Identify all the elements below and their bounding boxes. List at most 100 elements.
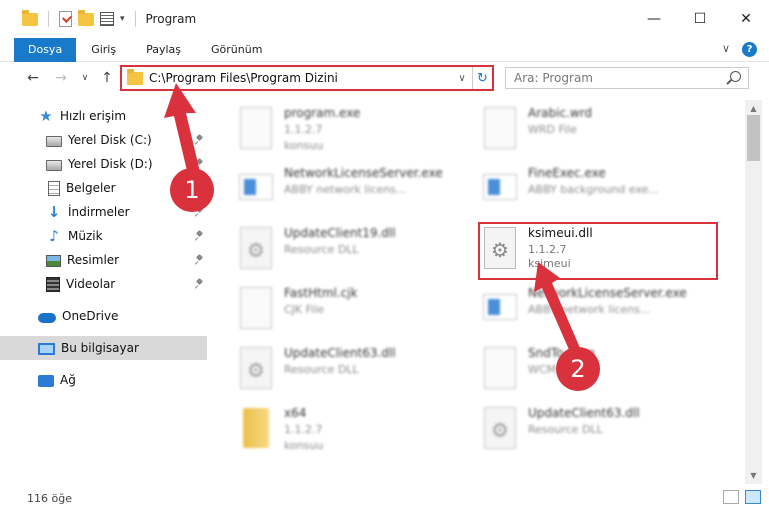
pin-icon[interactable] <box>195 279 203 289</box>
tab-file[interactable]: Dosya <box>14 37 77 62</box>
properties-check-icon[interactable] <box>59 11 72 27</box>
file-tile[interactable]: UpdateClient63.dll Resource DLL <box>482 404 712 462</box>
file-tile[interactable]: FastHtml.cjk CJK File <box>238 284 468 342</box>
ksimeui-highlight-box <box>478 222 718 280</box>
file-type: WRD File <box>528 123 577 136</box>
exe-file-icon <box>239 174 273 200</box>
tab-view[interactable]: Görünüm <box>196 38 277 62</box>
tab-home[interactable]: Giriş <box>76 38 131 62</box>
pin-icon[interactable] <box>195 135 203 145</box>
file-name: FastHtml.cjk <box>284 286 358 300</box>
file-tile[interactable]: UpdateClient19.dll Resource DLL <box>238 224 468 282</box>
sidebar-item-quick-access[interactable]: ★ Hızlı erişim <box>0 104 207 128</box>
disk-icon <box>46 160 62 171</box>
divider <box>134 11 136 27</box>
file-tile[interactable]: Arabic.wrd WRD File <box>482 104 712 162</box>
item-count: 116 öğe <box>27 491 72 505</box>
sidebar-item-label: Müzik <box>68 229 103 243</box>
sidebar-item-label: Resimler <box>67 253 120 267</box>
file-name: NetworkLicenseServer.exe <box>284 166 443 180</box>
document-file-icon <box>484 107 516 149</box>
scroll-down-button[interactable]: ▼ <box>745 467 762 484</box>
sidebar-item-local-disk-d[interactable]: Yerel Disk (D:) <box>0 152 207 176</box>
network-icon <box>38 375 54 387</box>
file-type: Resource DLL <box>284 363 359 376</box>
expand-ribbon-button[interactable]: ∨ <box>722 42 730 57</box>
file-name: UpdateClient63.dll <box>528 406 640 420</box>
close-button[interactable]: ✕ <box>723 0 769 38</box>
sidebar-item-label: Yerel Disk (D:) <box>68 157 153 171</box>
sidebar-item-label: İndirmeler <box>68 205 130 219</box>
forward-button[interactable]: → <box>50 67 72 89</box>
file-tile[interactable]: NetworkLicenseServer.exe ABBY network lic… <box>482 284 712 342</box>
file-tile[interactable]: program.exe 1.1.2.7 konsuu <box>238 104 458 162</box>
address-bar[interactable]: C:\Program Files\Program Dizini ∨ ↻ <box>120 65 494 91</box>
file-type: CJK File <box>284 303 325 316</box>
up-button[interactable]: ↑ <box>96 67 118 89</box>
file-tile[interactable]: UpdateClient63.dll Resource DLL <box>238 344 468 402</box>
file-description: konsuu <box>284 139 324 152</box>
file-name: UpdateClient63.dll <box>284 346 396 360</box>
sidebar-item-local-disk-c[interactable]: Yerel Disk (C:) <box>0 128 207 152</box>
recent-locations-button[interactable]: ∨ <box>74 67 96 89</box>
sidebar-item-network[interactable]: Ağ <box>0 368 207 392</box>
new-folder-icon[interactable] <box>78 9 94 26</box>
step-2-badge: 2 <box>556 347 600 391</box>
folder-icon <box>127 68 143 85</box>
file-name: x64 <box>284 406 307 420</box>
exe-file-icon <box>483 294 517 320</box>
help-icon[interactable]: ? <box>742 42 757 57</box>
file-description: konsuu <box>284 439 324 452</box>
file-tile[interactable]: NetworkLicenseServer.exe ABBY network lic… <box>238 164 468 222</box>
file-version: 1.1.2.7 <box>284 123 323 136</box>
window-title: Program <box>145 12 197 26</box>
ribbon-right: ∨ ? <box>722 42 757 57</box>
step-1-badge: 1 <box>170 168 214 212</box>
sidebar-item-pictures[interactable]: Resimler <box>0 248 207 272</box>
folder-icon <box>22 9 38 26</box>
search-box[interactable]: Ara: Program <box>505 67 749 89</box>
navigation-bar: ← → ∨ ↑ C:\Program Files\Program Dizini … <box>0 62 769 94</box>
sidebar-item-label: Videolar <box>66 277 116 291</box>
pin-icon[interactable] <box>195 255 203 265</box>
tab-share[interactable]: Paylaş <box>131 38 196 62</box>
file-version: 1.1.2.7 <box>284 423 323 436</box>
vertical-scrollbar[interactable]: ▲ ▼ <box>745 100 762 484</box>
sidebar-item-onedrive[interactable]: OneDrive <box>0 304 207 328</box>
sidebar-item-music[interactable]: ♪ Müzik <box>0 224 207 248</box>
customize-dropdown-icon[interactable]: ▾ <box>120 14 125 24</box>
sidebar-item-label: Yerel Disk (C:) <box>68 133 152 147</box>
refresh-button[interactable]: ↻ <box>472 67 492 89</box>
folder-icon <box>243 408 269 448</box>
file-tile[interactable]: FineExec.exe ABBY background exe... <box>482 164 712 222</box>
file-description: ABBY background exe... <box>528 183 659 196</box>
exe-file-icon <box>240 107 272 149</box>
address-dropdown-button[interactable]: ∨ <box>452 73 472 84</box>
maximize-button[interactable]: ☐ <box>677 0 723 38</box>
pictures-icon <box>46 255 61 267</box>
sidebar-item-label: OneDrive <box>62 309 119 323</box>
file-type: Resource DLL <box>284 243 359 256</box>
dll-file-icon <box>240 347 272 389</box>
file-name: UpdateClient19.dll <box>284 226 396 240</box>
back-button[interactable]: ← <box>22 67 44 89</box>
details-view-button[interactable] <box>723 490 739 504</box>
sidebar-item-this-pc[interactable]: Bu bilgisayar <box>0 336 207 360</box>
properties-icon[interactable] <box>100 12 114 26</box>
file-name: program.exe <box>284 106 361 120</box>
scroll-thumb[interactable] <box>747 115 760 161</box>
star-icon: ★ <box>39 107 53 125</box>
this-pc-icon <box>38 342 55 355</box>
tiles-view-button[interactable] <box>745 490 761 504</box>
sidebar-item-label: Belgeler <box>66 181 116 195</box>
sidebar-item-videos[interactable]: Videolar <box>0 272 207 296</box>
pin-icon[interactable] <box>195 231 203 241</box>
file-description: ABBY network licens... <box>528 303 651 316</box>
minimize-button[interactable]: — <box>631 0 677 38</box>
file-tile[interactable]: x64 1.1.2.7 konsuu <box>238 404 468 462</box>
search-icon <box>730 71 741 82</box>
sidebar-item-label: Hızlı erişim <box>60 109 127 123</box>
exe-file-icon <box>483 174 517 200</box>
search-placeholder: Ara: Program <box>514 71 593 85</box>
address-path[interactable]: C:\Program Files\Program Dizini <box>149 71 452 85</box>
